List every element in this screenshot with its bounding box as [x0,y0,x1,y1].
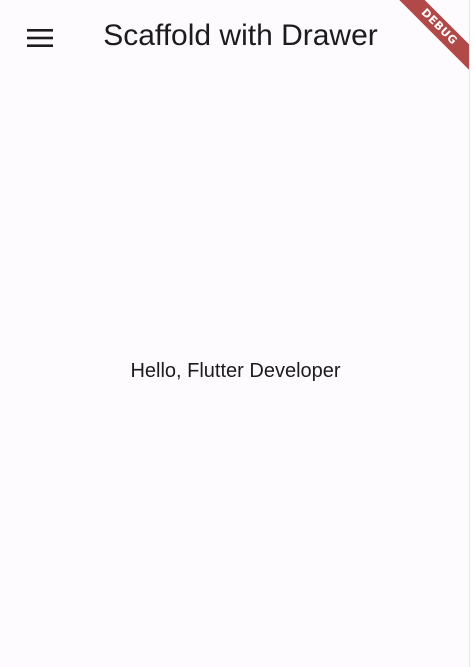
page-title: Scaffold with Drawer [103,19,378,52]
app-bar: Scaffold with Drawer [0,0,469,72]
app-screen: Scaffold with Drawer Hello, Flutter Deve… [0,0,470,667]
greeting-text: Hello, Flutter Developer [130,360,341,382]
